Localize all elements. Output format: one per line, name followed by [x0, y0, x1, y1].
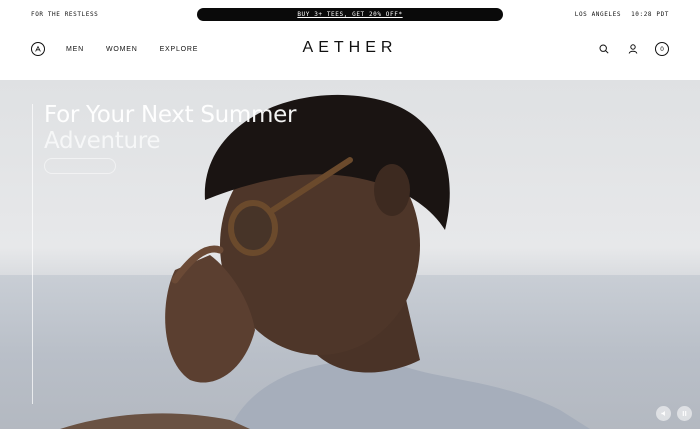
promo-banner[interactable]: BUY 3+ TEES, GET 20% OFF* — [197, 8, 503, 21]
hero-cta-button[interactable] — [44, 158, 116, 174]
local-time: 10:28 PDT — [631, 10, 669, 18]
logo-glyph — [35, 45, 41, 52]
video-controls — [656, 406, 692, 421]
nav-link-women[interactable]: WOMEN — [106, 46, 138, 53]
page-bottom — [0, 429, 700, 437]
tagline: FOR THE RESTLESS — [31, 10, 99, 18]
volume-icon[interactable] — [656, 406, 671, 421]
location-label: LOS ANGELES — [574, 10, 622, 18]
main-nav: MEN WOMEN EXPLORE AETHER 0 — [0, 28, 700, 80]
hero-title: For Your Next Summer Adventure — [44, 102, 344, 154]
hero-progress-line — [32, 104, 33, 404]
cart-icon[interactable]: 0 — [655, 42, 669, 56]
search-icon[interactable] — [597, 42, 611, 56]
nav-link-explore[interactable]: EXPLORE — [160, 46, 199, 53]
hero-title-line1: For Your Next Summer — [44, 102, 297, 128]
brand-logo[interactable]: AETHER — [300, 39, 400, 57]
nav-icons: 0 — [597, 42, 669, 56]
hero-title-line2: Adventure — [44, 128, 161, 154]
hero-video: For Your Next Summer Adventure — [0, 80, 700, 429]
cart-count: 0 — [660, 45, 664, 53]
nav-link-men[interactable]: MEN — [66, 46, 84, 53]
pause-icon[interactable] — [677, 406, 692, 421]
locale-info: LOS ANGELES 10:28 PDT — [575, 11, 669, 18]
aether-logo-icon[interactable] — [31, 42, 45, 56]
user-icon[interactable] — [626, 42, 640, 56]
nav-links: MEN WOMEN EXPLORE — [66, 46, 198, 53]
